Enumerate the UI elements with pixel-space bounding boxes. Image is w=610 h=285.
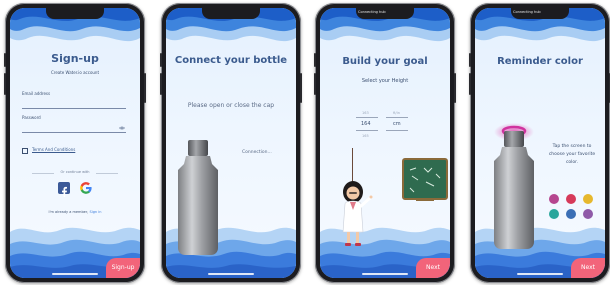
color-swatch[interactable] (583, 194, 593, 204)
color-swatch[interactable] (549, 194, 559, 204)
terms-link[interactable]: Terms And Conditions (32, 147, 75, 152)
reminder-screen: Connecting hub Reminder color Tap the sc… (475, 8, 605, 278)
email-field[interactable] (22, 108, 126, 109)
picker-line (356, 117, 378, 118)
color-swatch[interactable] (566, 194, 576, 204)
phone-goal: Connecting hub Build your goal Select yo… (314, 3, 456, 283)
phone-notch (46, 8, 104, 19)
email-label: Email address (22, 91, 51, 96)
page-title: Reminder color (497, 56, 583, 67)
instruction-text: Tap the screen to choose your favorite c… (548, 144, 596, 165)
eye-icon[interactable] (119, 126, 125, 130)
already-member-row: I'm already a member, Sign in (10, 210, 140, 214)
page-title: Sign-up (51, 52, 99, 65)
signup-button[interactable]: Sign-up (106, 258, 140, 278)
page-subtitle: Select your Height (361, 78, 409, 84)
water-bottle-glowing[interactable] (489, 122, 539, 252)
facebook-icon[interactable] (58, 182, 70, 197)
picker-line (356, 130, 378, 131)
unit-option-prev[interactable]: ft/in (393, 111, 400, 115)
password-field[interactable] (22, 132, 126, 133)
next-button[interactable]: Next (416, 258, 450, 278)
home-indicator (362, 273, 408, 275)
connection-status: Connection... (242, 150, 272, 155)
home-indicator (517, 273, 563, 275)
picker-line (386, 117, 408, 118)
unit-value[interactable]: cm (393, 121, 401, 127)
height-option-next[interactable]: 165 (362, 134, 369, 138)
page-subtitle: Create Water.io account (50, 70, 100, 75)
home-indicator (208, 273, 254, 275)
connect-screen: Connect your bottle Please open or close… (166, 8, 296, 278)
password-label: Password (22, 115, 41, 120)
color-swatch[interactable] (583, 209, 593, 219)
page-title: Connect your bottle (174, 55, 288, 66)
google-icon[interactable] (79, 180, 93, 194)
already-member-text: I'm already a member, (48, 210, 89, 214)
signin-link[interactable]: Sign in (90, 210, 102, 214)
next-button[interactable]: Next (571, 258, 605, 278)
phone-reminder: Connecting hub Reminder color Tap the sc… (469, 3, 610, 283)
phone-signup: Sign-up Create Water.io account Email ad… (4, 3, 146, 283)
height-option-prev[interactable]: 163 (362, 111, 369, 115)
connecting-status: Connecting hub (358, 10, 386, 14)
goal-screen: Connecting hub Build your goal Select yo… (320, 8, 450, 278)
picker-line (386, 130, 408, 131)
height-value[interactable]: 164 (361, 121, 371, 127)
chalkboard-illustration (402, 158, 448, 201)
water-bottle (178, 140, 218, 255)
or-continue-text: Or continue with (60, 170, 90, 174)
home-indicator (52, 273, 98, 275)
page-title: Build your goal (342, 56, 428, 67)
terms-checkbox[interactable] (22, 148, 28, 154)
phone-connect: Connect your bottle Please open or close… (160, 3, 302, 283)
signup-screen: Sign-up Create Water.io account Email ad… (10, 8, 140, 278)
instruction-text: Please open or close the cap (187, 102, 275, 109)
phone-notch (202, 8, 260, 19)
teacher-illustration (342, 181, 373, 246)
color-swatch[interactable] (549, 209, 559, 219)
connecting-status: Connecting hub (513, 10, 541, 14)
color-swatch[interactable] (566, 209, 576, 219)
